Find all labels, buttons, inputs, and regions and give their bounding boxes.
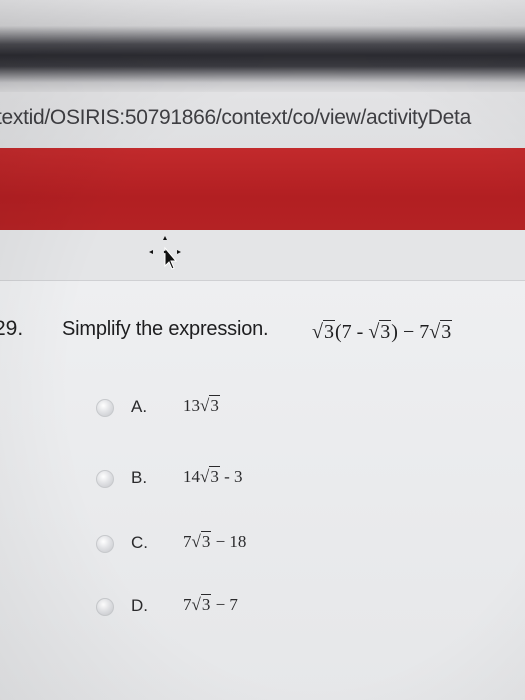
move-cursor-icon bbox=[149, 236, 181, 270]
option-letter: B. bbox=[131, 468, 148, 487]
radicand: 3 bbox=[322, 320, 335, 343]
radicand: 3 bbox=[379, 320, 392, 343]
expr-end: ) − 7 bbox=[391, 321, 430, 343]
answer-option-d[interactable]: D. 7√3 − 7 bbox=[96, 592, 238, 622]
option-answer: 14√3 - 3 bbox=[183, 466, 243, 486]
sqrt-symbol: √ bbox=[368, 321, 380, 343]
answer-option-b[interactable]: B. 14√3 - 3 bbox=[96, 464, 243, 494]
sqrt-symbol: √ bbox=[429, 321, 441, 343]
option-answer: 13√3 bbox=[183, 395, 220, 415]
radio-button-icon[interactable] bbox=[96, 399, 114, 417]
option-answer: 7√3 − 7 bbox=[183, 594, 238, 614]
sqrt-symbol: √ bbox=[312, 321, 323, 343]
option-letter: D. bbox=[131, 596, 148, 615]
radio-button-icon[interactable] bbox=[96, 470, 114, 488]
question-expression: √3(7 - √3) − 7√3 bbox=[312, 320, 453, 344]
radio-button-icon[interactable] bbox=[96, 598, 114, 616]
radio-button-icon[interactable] bbox=[96, 535, 114, 553]
browser-chrome bbox=[0, 0, 525, 92]
answer-option-c[interactable]: C. 7√3 − 18 bbox=[96, 529, 246, 559]
option-letter: A. bbox=[131, 397, 148, 416]
option-letter: C. bbox=[131, 533, 148, 552]
radicand: 3 bbox=[440, 320, 453, 343]
toolbar-strip bbox=[0, 230, 525, 281]
answer-option-a[interactable]: A. 13√3 bbox=[96, 393, 220, 423]
question-number: 29. bbox=[0, 317, 24, 340]
question-prompt: Simplify the expression. bbox=[62, 318, 269, 340]
site-header-banner bbox=[0, 148, 525, 230]
address-url[interactable]: textid/OSIRIS:50791866/context/co/view/a… bbox=[0, 106, 471, 130]
expr-middle: (7 - bbox=[334, 321, 369, 343]
option-answer: 7√3 − 18 bbox=[183, 531, 247, 551]
